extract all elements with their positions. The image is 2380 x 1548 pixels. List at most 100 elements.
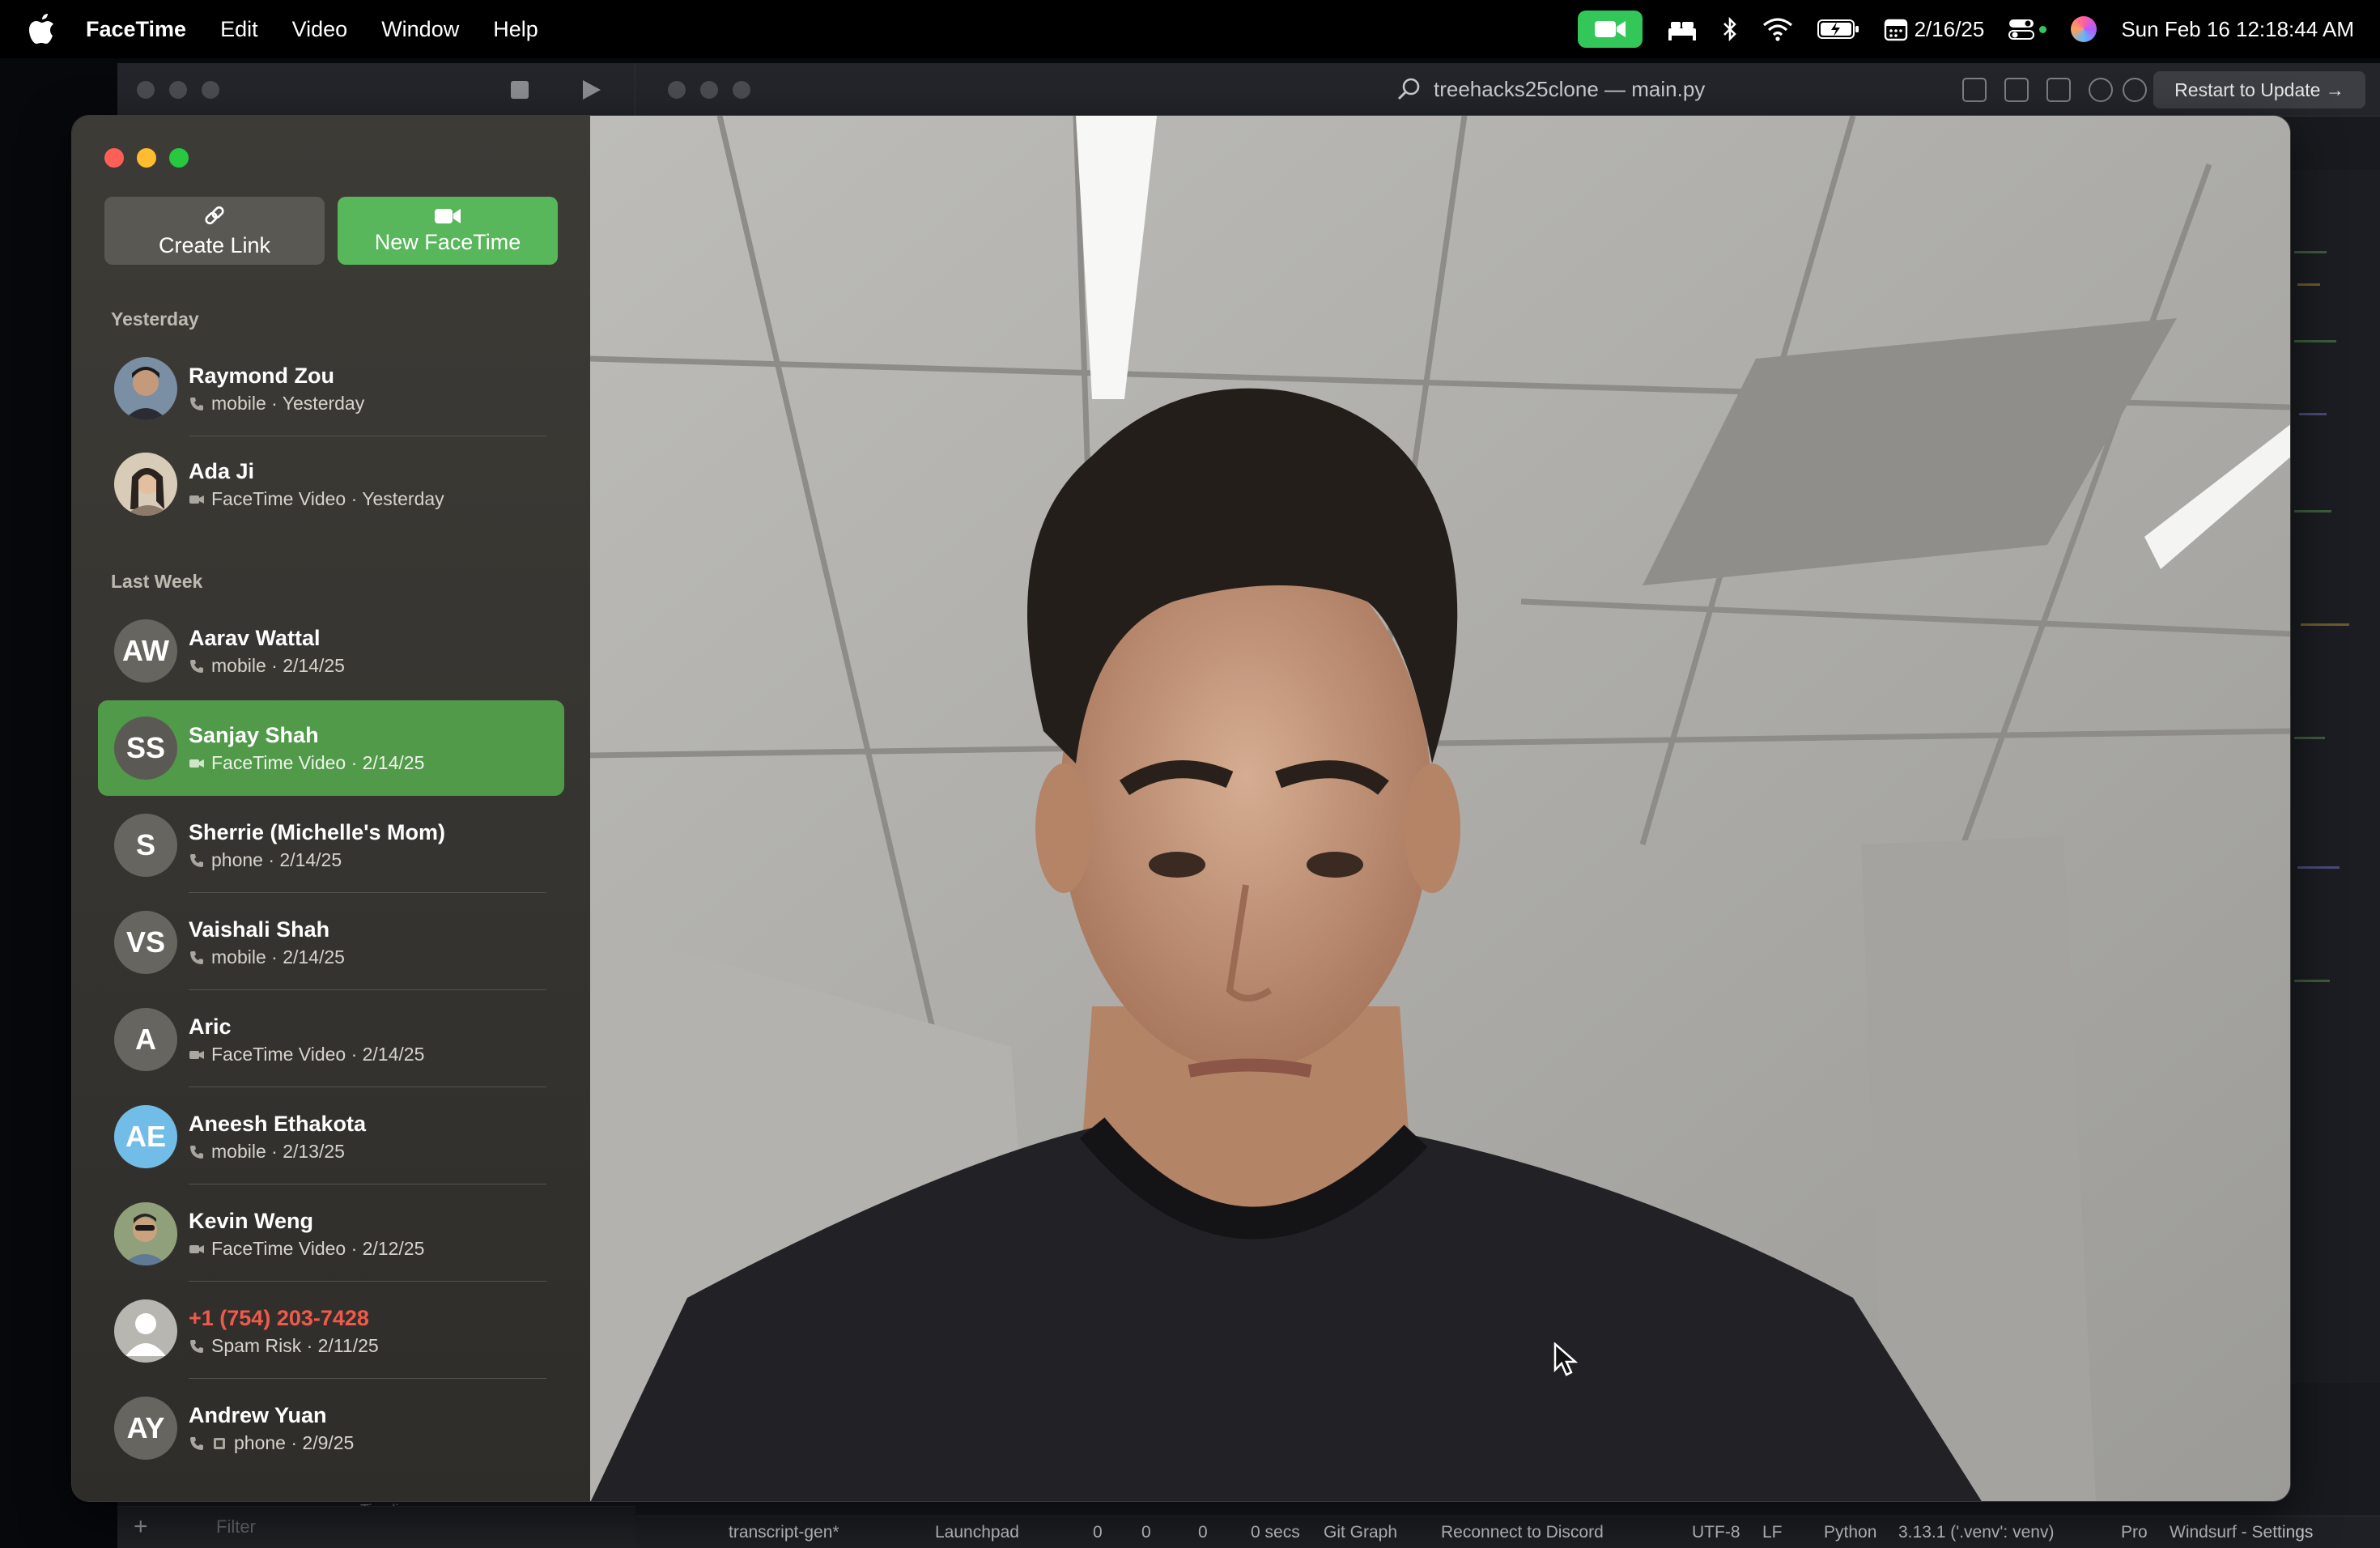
contact-detail-text: FaceTime Video · 2/14/25	[211, 1044, 425, 1065]
bluetooth-icon[interactable]	[1722, 16, 1738, 42]
sim-card-icon	[214, 1437, 225, 1449]
siri-icon[interactable]	[2071, 16, 2097, 42]
facetime-window: Create Link New FaceTime Yesterday Raymo…	[71, 115, 2291, 1502]
contact-detail: mobile · 2/14/25	[189, 655, 345, 677]
contact-name: Sanjay Shah	[189, 723, 319, 747]
menu-edit[interactable]: Edit	[220, 17, 258, 42]
battery-icon[interactable]	[1817, 19, 1859, 40]
menu-help[interactable]: Help	[493, 17, 538, 42]
filter-input[interactable]: Filter	[216, 1516, 256, 1537]
video-camera-icon	[189, 495, 204, 504]
git-graph-item[interactable]: Git Graph	[1324, 1523, 1397, 1542]
contact-detail: FaceTime Video · Yesterday	[189, 488, 444, 510]
contact-detail-text: Spam Risk · 2/11/25	[211, 1335, 379, 1356]
minimize-button[interactable]	[137, 148, 156, 168]
contact-detail-text: mobile · 2/13/25	[211, 1141, 345, 1162]
recent-call-kevin-weng[interactable]: Kevin Weng FaceTime Video · 2/12/25	[98, 1186, 564, 1282]
link-icon	[205, 206, 224, 224]
recent-call-sanjay-shah[interactable]: SS Sanjay Shah FaceTime Video · 2/14/25	[98, 700, 564, 796]
recent-call-andrew-yuan[interactable]: AY Andrew Yuan phone · 2/9/25	[98, 1380, 564, 1476]
interpreter-item[interactable]: 3.13.1 ('.venv': venv)	[1898, 1523, 2054, 1542]
panel-toggle-icon[interactable]	[2004, 78, 2029, 102]
error-count[interactable]: 0	[1093, 1523, 1103, 1542]
contact-detail-text: mobile · 2/14/25	[211, 655, 345, 676]
language-item[interactable]: Python	[1824, 1523, 1876, 1542]
settings-item[interactable]: Windsurf - Settings	[2170, 1523, 2313, 1542]
create-link-button[interactable]: Create Link	[104, 197, 325, 265]
video-camera-icon	[435, 208, 461, 223]
row-divider	[189, 989, 546, 990]
new-facetime-button[interactable]: New FaceTime	[338, 197, 558, 265]
editor-title[interactable]: treehacks25clone — main.py	[1396, 76, 1705, 102]
contact-name: Sherrie (Michelle's Mom)	[189, 820, 445, 844]
contact-detail: mobile · Yesterday	[189, 393, 364, 415]
contact-detail-text: phone · 2/14/25	[211, 849, 342, 870]
left-minimize-dot[interactable]	[169, 81, 187, 99]
eol-item[interactable]: LF	[1762, 1523, 1783, 1542]
avatar-initials: S	[114, 814, 177, 877]
camera-preview-image	[590, 116, 2290, 1501]
launchpad-item[interactable]: Launchpad	[935, 1523, 1019, 1542]
facetime-sidebar: Create Link New FaceTime Yesterday Raymo…	[72, 116, 590, 1501]
menubar-clock[interactable]: Sun Feb 16 12:18:44 AM	[2121, 17, 2354, 42]
recent-call-aarav-wattal[interactable]: AW Aarav Wattal mobile · 2/14/25	[98, 603, 564, 699]
editor-close-dot[interactable]	[668, 81, 686, 99]
warning-count[interactable]: 0	[1141, 1523, 1151, 1542]
add-icon[interactable]: +	[134, 1513, 148, 1541]
wifi-icon[interactable]	[1762, 17, 1793, 41]
recent-call-aneesh-ethakota[interactable]: AE Aneesh Ethakota mobile · 2/13/25	[98, 1089, 564, 1184]
recent-call-spam-number[interactable]: +1 (754) 203-7428 Spam Risk · 2/11/25	[98, 1283, 564, 1379]
editor-minimap[interactable]	[2291, 170, 2380, 1174]
plan-item[interactable]: Pro	[2121, 1523, 2148, 1542]
menu-app-name[interactable]: FaceTime	[86, 17, 186, 42]
account-icon[interactable]	[2123, 78, 2147, 102]
menu-video[interactable]: Video	[292, 17, 348, 42]
close-button[interactable]	[104, 148, 124, 168]
video-camera-icon	[189, 759, 204, 768]
section-header-yesterday: Yesterday	[111, 308, 199, 330]
avatar-photo	[114, 1202, 177, 1265]
encoding-item[interactable]: UTF-8	[1692, 1523, 1740, 1542]
sidebar-toggle-icon[interactable]	[1962, 78, 1987, 102]
apple-menu-icon[interactable]	[29, 14, 62, 45]
search-icon	[1397, 78, 1420, 100]
editor-minimize-dot[interactable]	[700, 81, 718, 99]
avatar-initials: VS	[114, 911, 177, 974]
git-branch[interactable]: transcript-gen*	[729, 1523, 839, 1542]
recent-call-vaishali-shah[interactable]: VS Vaishali Shah mobile · 2/14/25	[98, 895, 564, 990]
avatar-initials: AY	[114, 1397, 177, 1460]
bed-icon[interactable]	[1667, 17, 1698, 41]
recent-call-aric[interactable]: A Aric FaceTime Video · 2/14/25	[98, 992, 564, 1087]
contact-detail: FaceTime Video · 2/14/25	[189, 1044, 424, 1065]
left-close-dot[interactable]	[137, 81, 155, 99]
avatar-initials: A	[114, 1008, 177, 1071]
video-camera-icon	[189, 1050, 204, 1059]
menu-window[interactable]: Window	[381, 17, 459, 42]
control-center[interactable]	[2008, 17, 2047, 41]
row-divider	[189, 1281, 546, 1282]
person-silhouette-icon	[125, 1313, 166, 1356]
recent-call-sherrie[interactable]: S Sherrie (Michelle's Mom) phone · 2/14/…	[98, 797, 564, 893]
new-facetime-label: New FaceTime	[374, 229, 521, 254]
layout-icon[interactable]	[2046, 78, 2071, 102]
contact-name: +1 (754) 203-7428	[189, 1306, 369, 1330]
ports-count[interactable]: 0	[1198, 1523, 1208, 1542]
zoom-button[interactable]	[169, 148, 189, 168]
windsurf-icon[interactable]	[2089, 78, 2113, 102]
phone-icon	[190, 1339, 203, 1353]
camera-in-use-indicator[interactable]	[1577, 11, 1643, 48]
discord-item[interactable]: Reconnect to Discord	[1441, 1523, 1604, 1542]
contact-detail-text: phone · 2/9/25	[234, 1432, 355, 1453]
stop-icon[interactable]	[511, 81, 529, 99]
avatar-initials: AW	[114, 619, 177, 683]
phone-icon	[190, 1145, 203, 1159]
play-icon[interactable]	[579, 78, 603, 102]
recent-call-ada-ji[interactable]: Ada Ji FaceTime Video · Yesterday	[98, 436, 564, 532]
editor-zoom-dot[interactable]	[733, 81, 750, 99]
restart-to-update-button[interactable]: Restart to Update →	[2153, 71, 2365, 108]
recent-call-raymond-zou[interactable]: Raymond Zou mobile · Yesterday	[98, 341, 564, 436]
left-zoom-dot[interactable]	[202, 81, 219, 99]
calendar-date-widget[interactable]: 2/16/25	[1884, 17, 1984, 42]
contact-detail-text: mobile · Yesterday	[211, 393, 365, 414]
time-tracker[interactable]: 0 secs	[1251, 1523, 1300, 1542]
